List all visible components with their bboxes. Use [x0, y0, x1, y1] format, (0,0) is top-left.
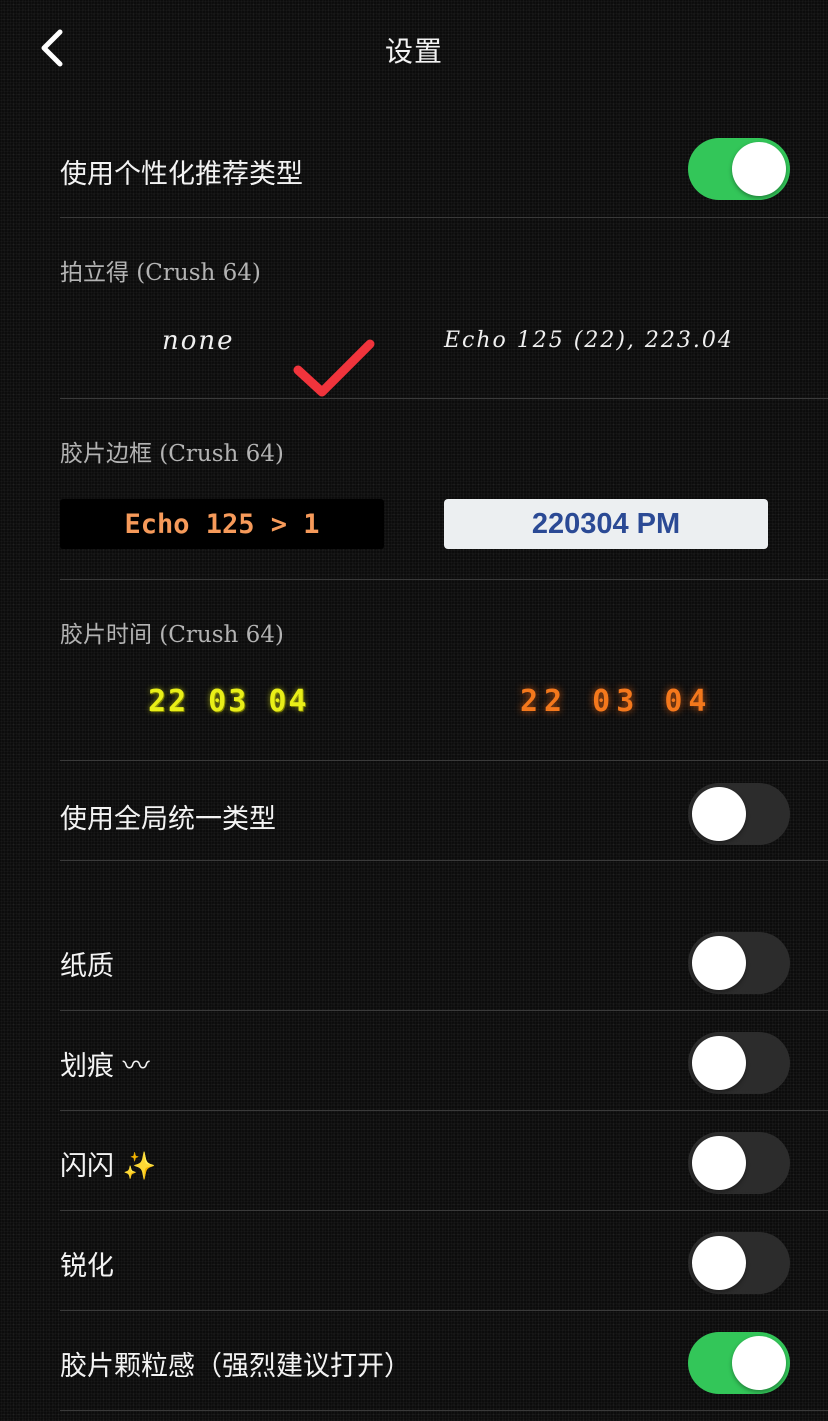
setting-label-scratch: 划痕 〰 [60, 1051, 150, 1082]
film-time-option-yellow[interactable]: 22 03 04 [148, 684, 309, 719]
nav-header: 设置 [0, 0, 828, 100]
toggle-knob [692, 1236, 746, 1290]
setting-row-paper: 纸质 [60, 932, 828, 994]
sharpen-toggle[interactable] [688, 1232, 790, 1294]
setting-label-film-grain: 胶片颗粒感（强烈建议打开） [60, 1351, 411, 1382]
setting-row-personalized: 使用个性化推荐类型 [60, 138, 828, 200]
polaroid-option-echo[interactable]: Echo 125 (22), 223.04 [444, 328, 734, 353]
toggle-knob [692, 787, 746, 841]
toggle-knob [732, 1336, 786, 1390]
divider [60, 1010, 828, 1011]
divider [60, 1110, 828, 1111]
setting-row-sharpen: 锐化 [60, 1232, 828, 1294]
film-time-option-orange[interactable]: 22 03 04 [520, 684, 713, 719]
setting-row-film-grain: 胶片颗粒感（强烈建议打开） [60, 1332, 828, 1394]
film-border-option-light[interactable]: 220304 PM [444, 499, 768, 549]
global-type-toggle[interactable] [688, 783, 790, 845]
page-title: 设置 [384, 35, 443, 68]
scratch-toggle[interactable] [688, 1032, 790, 1094]
film-border-option-dark[interactable]: Echo 125 > 1 [60, 499, 384, 549]
divider [60, 760, 828, 761]
setting-label-sparkle: 闪闪 ✨ [60, 1151, 157, 1182]
section-label-polaroid: 拍立得 (Crush 64) [60, 260, 261, 286]
setting-label-personalized: 使用个性化推荐类型 [60, 159, 303, 190]
polaroid-option-none[interactable]: none [162, 326, 235, 356]
section-label-film-time: 胶片时间 (Crush 64) [60, 622, 284, 648]
setting-row-sparkle: 闪闪 ✨ [60, 1132, 828, 1194]
divider [60, 217, 828, 218]
setting-label-global-type: 使用全局统一类型 [60, 804, 276, 835]
paper-toggle[interactable] [688, 932, 790, 994]
divider [60, 1210, 828, 1211]
divider [60, 579, 828, 580]
setting-row-scratch: 划痕 〰 [60, 1032, 828, 1094]
divider [60, 1310, 828, 1311]
personalized-toggle[interactable] [688, 138, 790, 200]
setting-label-sharpen: 锐化 [60, 1251, 114, 1282]
divider [60, 860, 828, 861]
divider [60, 398, 828, 399]
setting-label-paper: 纸质 [60, 951, 114, 982]
toggle-knob [692, 1036, 746, 1090]
toggle-knob [692, 1136, 746, 1190]
toggle-knob [692, 936, 746, 990]
setting-row-global-type: 使用全局统一类型 [60, 783, 828, 845]
divider [60, 1410, 828, 1411]
section-label-film-border: 胶片边框 (Crush 64) [60, 441, 284, 467]
sparkle-toggle[interactable] [688, 1132, 790, 1194]
checkmark-icon [293, 339, 375, 397]
toggle-knob [732, 142, 786, 196]
film-grain-toggle[interactable] [688, 1332, 790, 1394]
